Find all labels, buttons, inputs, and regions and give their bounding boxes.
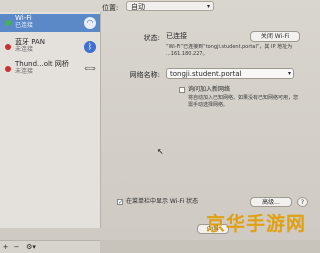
- help-button[interactable]: ?: [297, 197, 308, 207]
- status-dot: [5, 20, 11, 26]
- location-label: 位置:: [102, 4, 119, 12]
- mouse-cursor-icon: ↖: [157, 147, 164, 156]
- status-dot: [5, 44, 11, 50]
- sidebar-footer: + − ⚙▾: [0, 240, 100, 253]
- location-select[interactable]: 自动 ▾: [126, 1, 214, 11]
- turn-off-wifi-button[interactable]: 关闭 Wi-Fi: [250, 31, 300, 42]
- add-service-button[interactable]: +: [0, 241, 11, 253]
- status-value: 已连接: [166, 32, 187, 40]
- sidebar-item-thunderbolt-bridge[interactable]: Thund...olt 网桥 未连接 ⟺: [0, 60, 100, 78]
- sidebar-item-wifi[interactable]: Wi-Fi 已连接 ◠: [0, 14, 100, 32]
- status-label: 状态:: [143, 34, 160, 42]
- chevron-down-icon: ▾: [206, 3, 210, 10]
- remove-service-button[interactable]: −: [11, 241, 22, 253]
- sidebar-item-bluetooth-pan[interactable]: 蓝牙 PAN 未连接 ᛒ: [0, 38, 100, 56]
- network-name-value: tongji.student.portal: [170, 70, 242, 78]
- location-value: 自动: [131, 3, 145, 11]
- network-name-label: 网络名称:: [129, 71, 160, 79]
- advanced-button[interactable]: 高级...: [250, 197, 292, 207]
- detail-pane: 位置: 自动 ▾ 状态: 已连接 关闭 Wi-Fi “Wi-Fi”已连接到“to…: [100, 0, 320, 240]
- status-dot: [5, 66, 11, 72]
- bluetooth-icon: ᛒ: [84, 41, 96, 53]
- actions-gear-button[interactable]: ⚙▾: [22, 241, 40, 253]
- status-description: “Wi-Fi”已连接到“tongji.student.portal”，其 IP …: [166, 44, 293, 57]
- wifi-icon: ◠: [84, 17, 96, 29]
- ask-to-join-label: 询问加入新网络: [188, 86, 231, 93]
- ask-to-join-description: 将自动加入已知网络。如果没有已知网络可用，您需手动选择网络。: [188, 95, 299, 108]
- service-list: Wi-Fi 已连接 ◠ 蓝牙 PAN 未连接 ᛒ Thund...olt 网桥 …: [0, 12, 101, 253]
- show-in-menubar-checkbox[interactable]: ✓: [117, 199, 123, 206]
- ask-to-join-checkbox[interactable]: [179, 87, 185, 93]
- watermark-logo: 京华手游网: [206, 213, 307, 235]
- network-name-select[interactable]: tongji.student.portal ▾: [166, 68, 294, 79]
- network-preferences-window: Wi-Fi 已连接 ◠ 蓝牙 PAN 未连接 ᛒ Thund...olt 网桥 …: [0, 0, 320, 253]
- chevron-down-icon: ▾: [287, 70, 291, 77]
- show-in-menubar-label: 在菜单栏中显示 Wi-Fi 状态: [126, 198, 199, 205]
- thunderbolt-icon: ⟺: [84, 64, 96, 73]
